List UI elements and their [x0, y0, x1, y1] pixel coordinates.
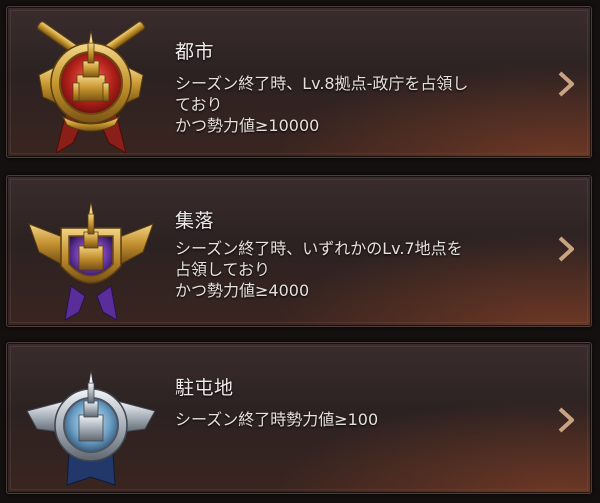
chevron-right-icon[interactable] [557, 407, 575, 433]
city-emblem-icon [36, 21, 146, 153]
region-card-city[interactable]: 都市 シーズン終了時、Lv.8拠点-政庁を占領し ており かつ勢力値≥10000 [6, 6, 592, 158]
region-card-garrison[interactable]: 駐屯地 シーズン終了時勢力値≥100 [6, 342, 592, 494]
settlement-emblem-icon [28, 201, 154, 321]
garrison-emblem-icon [26, 370, 156, 486]
region-condition-text: シーズン終了時勢力値≥100 [175, 410, 379, 429]
region-title: 駐屯地 [175, 377, 234, 399]
region-title: 都市 [175, 41, 215, 63]
region-condition-text: シーズン終了時、Lv.8拠点-政庁を占領し ており かつ勢力値≥10000 [175, 74, 469, 135]
region-condition-text: シーズン終了時、いずれかのLv.7地点を 占領しており かつ勢力値≥4000 [175, 239, 463, 300]
region-card-settlement[interactable]: 集落 シーズン終了時、いずれかのLv.7地点を 占領しており かつ勢力値≥400… [6, 175, 592, 327]
region-condition-list: 都市 シーズン終了時、Lv.8拠点-政庁を占領し ており かつ勢力値≥10000 [0, 0, 600, 503]
region-title: 集落 [175, 210, 215, 232]
chevron-right-icon[interactable] [557, 236, 575, 262]
chevron-right-icon[interactable] [557, 71, 575, 97]
